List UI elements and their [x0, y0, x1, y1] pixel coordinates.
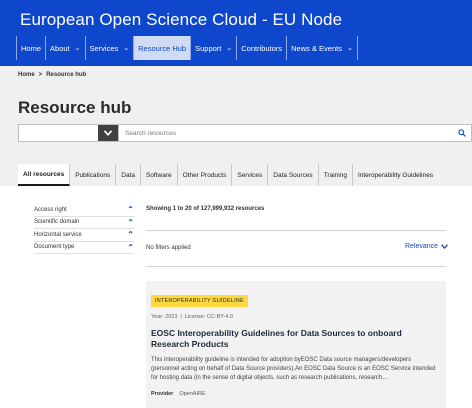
nav-label: Home — [21, 43, 42, 53]
search-bar — [18, 124, 472, 142]
filter-horizontal-service[interactable]: Horizontal service ⌃ — [34, 229, 134, 242]
filter-document-type[interactable]: Document type ⌃ — [34, 242, 134, 254]
tab-software[interactable]: Software — [141, 164, 178, 186]
meta-separator: | — [180, 314, 182, 320]
tab-training[interactable]: Training — [319, 164, 353, 186]
resource-tabs: All resources Publications Data Software… — [18, 164, 438, 186]
site-header: European Open Science Cloud - EU Node Ho… — [0, 0, 472, 66]
breadcrumb-current: Resource hub — [46, 72, 87, 78]
tab-publications[interactable]: Publications — [70, 164, 117, 186]
breadcrumb-home[interactable]: Home — [18, 72, 35, 78]
chevron-down-icon: ⌄ — [226, 45, 233, 52]
filter-label: Document type — [34, 244, 75, 250]
provider-value[interactable]: OpenAIRE — [179, 391, 205, 397]
result-license: License: CC-BY-4.0 — [184, 314, 233, 320]
site-title[interactable]: European Open Science Cloud - EU Node — [20, 10, 342, 30]
results-header: Showing 1 to 20 of 127,999,932 resources — [146, 206, 446, 212]
result-year: Year: 2023 — [151, 314, 178, 320]
chevron-up-icon[interactable]: ⌃ — [127, 243, 134, 252]
chevron-down-icon: ⌄ — [74, 45, 81, 52]
main-nav: Home About ⌄ Services ⌄ Resource Hub Suppo… — [16, 36, 358, 60]
nav-contributors[interactable]: Contributors — [237, 36, 288, 60]
filter-scientific-domain[interactable]: Scientific domain ⌃ — [34, 217, 134, 229]
sort-select[interactable]: Relevance — [405, 243, 448, 250]
resource-type-badge: INTEROPERABILITY GUIDELINE — [151, 295, 248, 307]
page-title: Resource hub — [18, 98, 132, 117]
nav-resource-hub[interactable]: Resource Hub — [134, 36, 192, 60]
nav-label: Services — [89, 43, 119, 53]
result-meta: Year: 2023 | License: CC-BY-4.0 — [151, 314, 441, 320]
chevron-down-icon: ⌄ — [123, 45, 130, 52]
sort-label: Relevance — [405, 243, 439, 250]
tab-services[interactable]: Services — [232, 164, 269, 186]
divider — [146, 266, 446, 267]
result-description: This interoperability guideline is inten… — [151, 357, 436, 381]
filter-label: Access right — [34, 206, 67, 213]
filter-label: Horizontal service — [34, 231, 82, 238]
nav-support[interactable]: Support ⌄ — [191, 36, 238, 60]
chevron-up-icon[interactable]: ⌃ — [127, 230, 134, 239]
nav-services[interactable]: Services ⌄ — [86, 36, 135, 60]
tab-data-sources[interactable]: Data Sources — [268, 164, 319, 186]
provider-label: Provider — [151, 391, 174, 397]
nav-home[interactable]: Home — [17, 36, 47, 60]
nav-label: Resource Hub — [138, 43, 187, 53]
active-filters-text: No filters applied — [146, 245, 191, 251]
tab-interoperability-guidelines[interactable]: Interoperability Guidelines — [353, 164, 438, 186]
search-scope-select[interactable] — [19, 125, 119, 141]
search-input[interactable] — [119, 125, 453, 141]
nav-news-events[interactable]: News & Events ⌄ — [287, 36, 358, 60]
nav-label: About — [50, 43, 70, 53]
filter-sidebar: Access right ⌃ Scientific domain ⌃ Horizon… — [34, 204, 134, 254]
tab-all-resources[interactable]: All resources — [18, 164, 71, 186]
nav-label: Support — [195, 43, 222, 53]
chevron-down-icon[interactable] — [98, 125, 118, 141]
nav-label: News & Events — [291, 43, 342, 53]
result-provider: Provider OpenAIRE — [151, 391, 441, 397]
chevron-down-icon — [441, 244, 448, 249]
nav-about[interactable]: About ⌄ — [46, 36, 86, 60]
breadcrumb-separator: > — [38, 72, 43, 78]
search-icon[interactable] — [453, 125, 471, 141]
filter-access-right[interactable]: Access right ⌃ — [34, 204, 134, 217]
result-title[interactable]: EOSC Interoperability Guidelines for Dat… — [151, 328, 441, 350]
filter-label: Scientific domain — [34, 219, 80, 225]
chevron-up-icon[interactable]: ⌃ — [127, 205, 134, 214]
chevron-up-icon[interactable]: ⌃ — [127, 218, 134, 227]
divider — [146, 230, 446, 231]
chevron-down-icon: ⌄ — [346, 45, 353, 52]
tab-other-products[interactable]: Other Products — [178, 164, 233, 186]
result-card[interactable]: INTEROPERABILITY GUIDELINE Year: 2023 | … — [146, 281, 446, 408]
nav-label: Contributors — [241, 43, 283, 53]
breadcrumb: Home > Resource hub — [18, 72, 86, 78]
results-count: Showing 1 to 20 of 127,999,932 resources — [146, 206, 265, 212]
tab-data[interactable]: Data — [116, 164, 141, 186]
